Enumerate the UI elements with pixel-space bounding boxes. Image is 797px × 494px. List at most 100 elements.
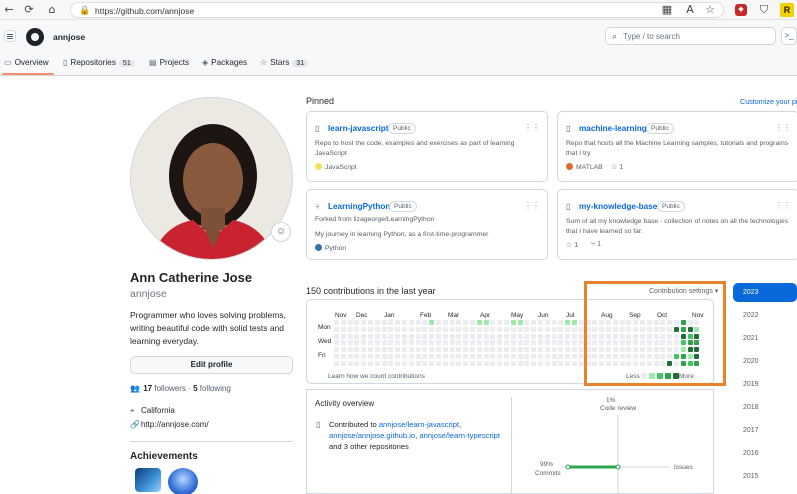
address-bar[interactable]: 🔒 https://github.com/annjose	[70, 2, 724, 18]
contribution-day-cell[interactable]	[388, 354, 394, 359]
contribution-day-cell[interactable]	[572, 320, 577, 325]
contribution-day-cell[interactable]	[374, 347, 380, 353]
contribution-day-cell[interactable]	[510, 347, 516, 353]
contribution-day-cell[interactable]	[374, 354, 380, 359]
contribution-day-cell[interactable]	[476, 333, 482, 339]
contribution-day-cell[interactable]	[415, 340, 421, 346]
contribution-day-cell[interactable]	[340, 326, 346, 332]
contribution-day-cell[interactable]	[510, 333, 516, 339]
drag-handle-icon[interactable]: ⋮⋮	[775, 201, 791, 210]
repo-stars[interactable]: ☆ 1	[611, 163, 623, 171]
contribution-day-cell[interactable]	[374, 360, 380, 366]
contribution-day-cell[interactable]	[544, 347, 550, 353]
contribution-day-cell[interactable]	[456, 354, 462, 359]
lock-icon[interactable]: 🔒	[79, 5, 90, 16]
contribution-day-cell[interactable]	[422, 333, 428, 339]
contribution-day-cell[interactable]	[422, 340, 428, 346]
contribution-day-cell[interactable]	[470, 333, 475, 339]
contribution-day-cell[interactable]	[558, 340, 564, 346]
repo-link[interactable]: annjose/learn-javascript	[379, 420, 459, 429]
contribution-day-cell[interactable]	[415, 347, 421, 353]
contribution-day-cell[interactable]	[558, 354, 564, 359]
contribution-day-cell[interactable]	[517, 333, 523, 339]
contribution-day-cell[interactable]	[565, 320, 571, 325]
contribution-day-cell[interactable]	[449, 333, 455, 339]
contribution-day-cell[interactable]	[551, 360, 557, 366]
contribution-day-cell[interactable]	[538, 360, 543, 366]
contribution-day-cell[interactable]	[504, 333, 509, 339]
contribution-day-cell[interactable]	[456, 320, 462, 325]
reader-extension-icon[interactable]: R	[780, 3, 794, 17]
contribution-day-cell[interactable]	[347, 333, 353, 339]
contribution-day-cell[interactable]	[334, 320, 339, 325]
contribution-day-cell[interactable]	[347, 340, 353, 346]
contribution-day-cell[interactable]	[456, 360, 462, 366]
contribution-day-cell[interactable]	[402, 360, 407, 366]
contribution-day-cell[interactable]	[524, 326, 530, 332]
back-icon[interactable]: ←	[2, 3, 16, 17]
contribution-day-cell[interactable]	[572, 340, 577, 346]
repo-name-link[interactable]: learn-javascript	[328, 124, 389, 133]
contribution-day-cell[interactable]	[442, 354, 448, 359]
contribution-day-cell[interactable]	[531, 320, 537, 325]
contribution-day-cell[interactable]	[402, 333, 407, 339]
contribution-day-cell[interactable]	[388, 320, 394, 325]
contribution-day-cell[interactable]	[368, 354, 373, 359]
contribution-day-cell[interactable]	[402, 326, 407, 332]
contribution-day-cell[interactable]	[490, 347, 496, 353]
contribution-day-cell[interactable]	[449, 340, 455, 346]
contribution-day-cell[interactable]	[463, 333, 469, 339]
contribution-day-cell[interactable]	[449, 320, 455, 325]
contribution-day-cell[interactable]	[449, 347, 455, 353]
contribution-day-cell[interactable]	[558, 347, 564, 353]
contribution-day-cell[interactable]	[538, 340, 543, 346]
contribution-day-cell[interactable]	[470, 354, 475, 359]
contribution-day-cell[interactable]	[483, 340, 489, 346]
contribution-day-cell[interactable]	[381, 354, 387, 359]
contribution-day-cell[interactable]	[572, 360, 577, 366]
set-status-button[interactable]: ☺	[271, 222, 291, 242]
contribution-day-cell[interactable]	[340, 347, 346, 353]
url-text[interactable]: https://github.com/annjose	[95, 6, 194, 16]
contribution-day-cell[interactable]	[354, 320, 360, 325]
contribution-day-cell[interactable]	[558, 360, 564, 366]
tab-projects[interactable]: ▤ Projects	[149, 58, 189, 67]
contribution-day-cell[interactable]	[347, 320, 353, 325]
contribution-day-cell[interactable]	[544, 326, 550, 332]
contribution-day-cell[interactable]	[449, 326, 455, 332]
contribution-day-cell[interactable]	[381, 360, 387, 366]
contribution-day-cell[interactable]	[551, 326, 557, 332]
year-button[interactable]: 2022	[733, 306, 797, 325]
contribution-day-cell[interactable]	[429, 360, 435, 366]
contribution-day-cell[interactable]	[572, 333, 577, 339]
contribution-day-cell[interactable]	[449, 360, 455, 366]
contribution-day-cell[interactable]	[368, 333, 373, 339]
command-palette-button[interactable]: >_	[781, 27, 797, 45]
avatar[interactable]	[130, 97, 293, 260]
contribution-day-cell[interactable]	[347, 326, 353, 332]
year-button[interactable]: 2018	[733, 398, 797, 417]
github-logo-icon[interactable]	[26, 28, 44, 46]
contribution-day-cell[interactable]	[551, 333, 557, 339]
contribution-day-cell[interactable]	[476, 354, 482, 359]
read-aloud-icon[interactable]: A	[683, 3, 697, 17]
contribution-day-cell[interactable]	[334, 340, 339, 346]
contribution-day-cell[interactable]	[415, 333, 421, 339]
contribution-day-cell[interactable]	[490, 360, 496, 366]
drag-handle-icon[interactable]: ⋮⋮	[524, 123, 540, 132]
contribution-day-cell[interactable]	[558, 333, 564, 339]
contribution-day-cell[interactable]	[565, 354, 571, 359]
contribution-day-cell[interactable]	[524, 347, 530, 353]
contribution-day-cell[interactable]	[422, 360, 428, 366]
contribution-day-cell[interactable]	[415, 360, 421, 366]
pinned-repo-card[interactable]: ▯ learn-javascript Public ⋮⋮ Repo to hos…	[306, 111, 548, 182]
extension-icon[interactable]: ◆	[735, 4, 747, 16]
contribution-day-cell[interactable]	[429, 347, 435, 353]
favorite-star-icon[interactable]: ☆	[703, 3, 717, 17]
contribution-day-cell[interactable]	[429, 320, 435, 325]
contribution-day-cell[interactable]	[415, 354, 421, 359]
contribution-day-cell[interactable]	[429, 354, 435, 359]
contribution-day-cell[interactable]	[415, 326, 421, 332]
contribution-day-cell[interactable]	[476, 320, 482, 325]
drag-handle-icon[interactable]: ⋮⋮	[524, 201, 540, 210]
